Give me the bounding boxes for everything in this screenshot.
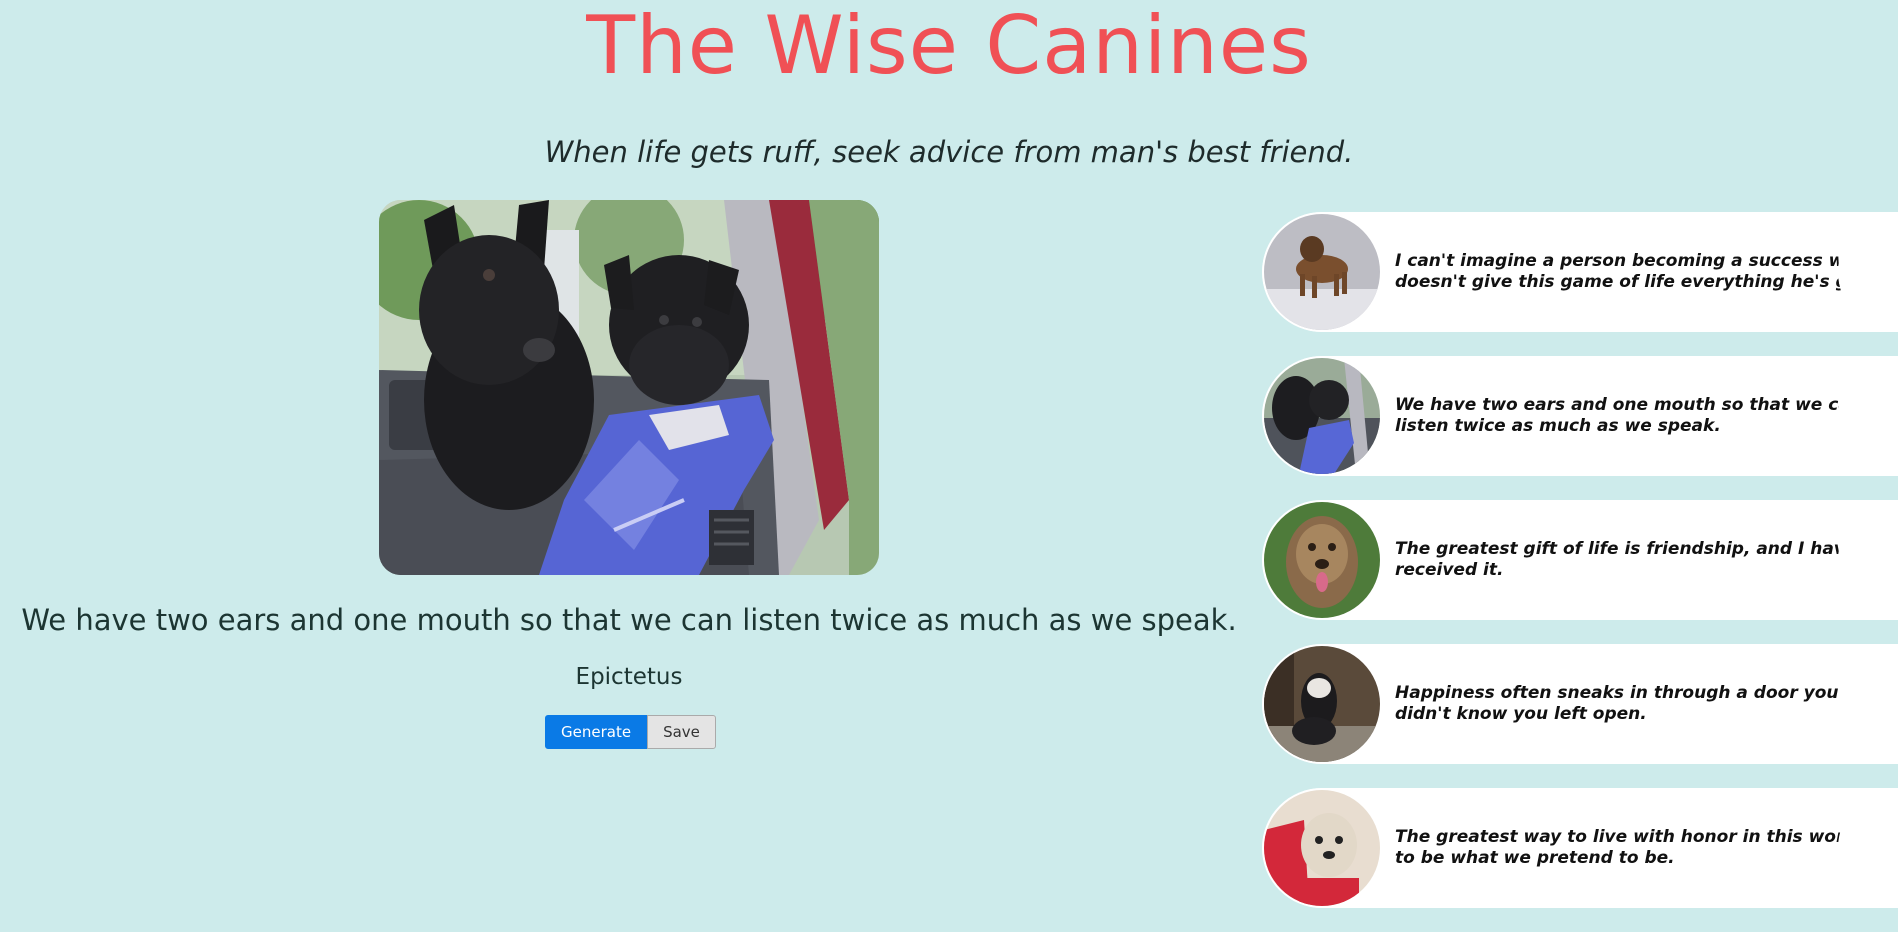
saved-quote-thumbnail — [1264, 502, 1380, 618]
saved-quote-thumbnail — [1264, 214, 1380, 330]
saved-quote-text: The greatest gift of life is friendship,… — [1395, 539, 1857, 580]
tagline: When life gets ruff, seek advice from ma… — [544, 135, 1354, 169]
featured-dog-photo — [379, 200, 879, 575]
saved-quotes-list: I can't imagine a person becoming a succ… — [1262, 212, 1898, 932]
saved-quote-text: I can't imagine a person becoming a succ… — [1395, 251, 1874, 292]
featured-author: Epictetus — [575, 664, 683, 690]
saved-quote-card[interactable]: We have two ears and one mouth so that w… — [1262, 356, 1898, 476]
saved-quote-card[interactable]: The greatest gift of life is friendship,… — [1262, 500, 1898, 620]
saved-quote-thumbnail — [1264, 358, 1380, 474]
saved-quote-card[interactable]: The greatest way to live with honor in t… — [1262, 788, 1898, 908]
saved-quote-text: The greatest way to live with honor in t… — [1395, 827, 1885, 868]
saved-quote-thumbnail — [1264, 646, 1380, 762]
save-button[interactable]: Save — [647, 715, 716, 749]
saved-quote-card[interactable]: I can't imagine a person becoming a succ… — [1262, 212, 1898, 332]
saved-quote-text: We have two ears and one mouth so that w… — [1395, 395, 1862, 436]
site-title: The Wise Canines — [586, 0, 1312, 92]
saved-quote-card[interactable]: Happiness often sneaks in through a door… — [1262, 644, 1898, 764]
saved-quote-text: Happiness often sneaks in through a door… — [1395, 683, 1839, 724]
saved-quote-thumbnail — [1264, 790, 1380, 906]
action-button-group: Generate Save — [545, 715, 716, 749]
featured-quote: We have two ears and one mouth so that w… — [21, 603, 1237, 637]
generate-button[interactable]: Generate — [545, 715, 648, 749]
